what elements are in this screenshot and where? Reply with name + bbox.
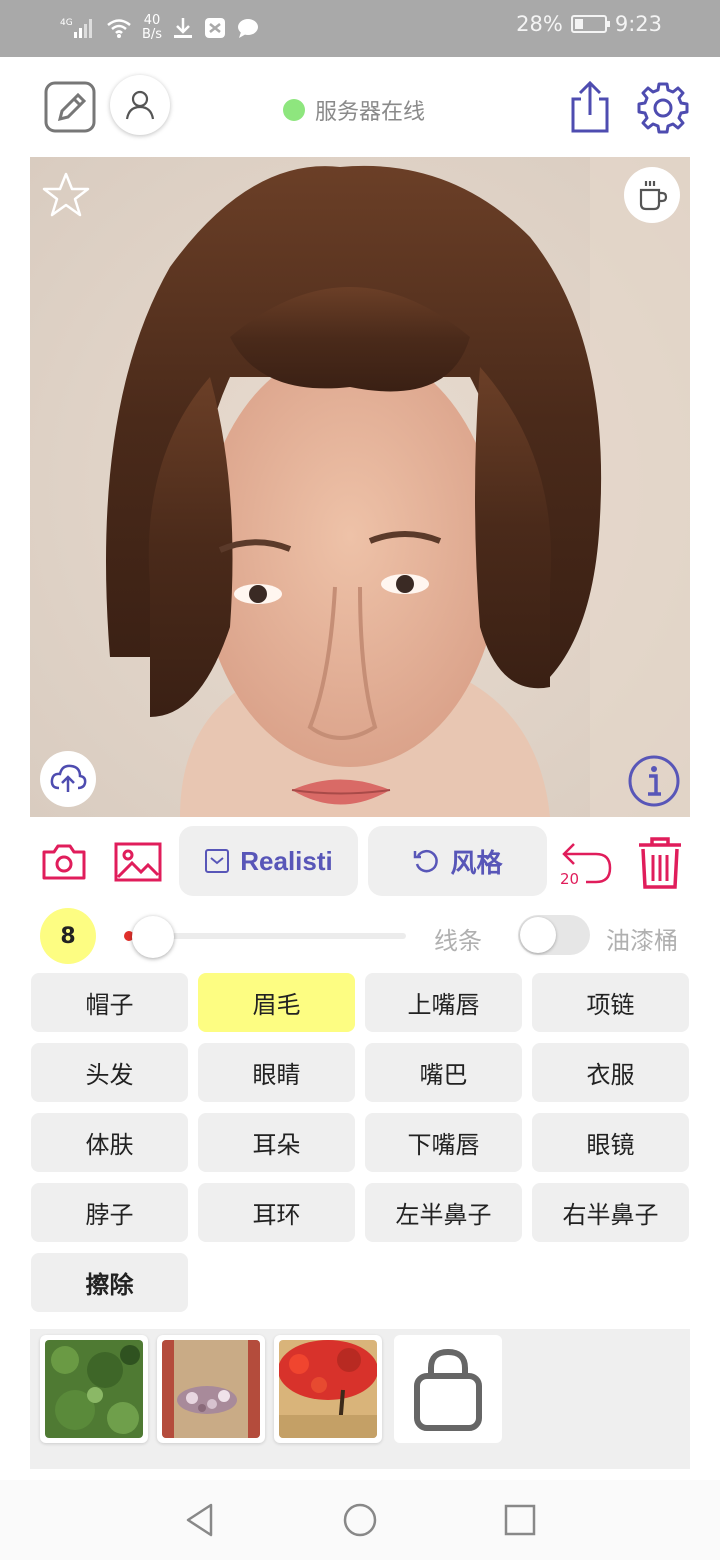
speed-unit: B/s bbox=[142, 27, 163, 42]
brush-size-thumb[interactable] bbox=[132, 916, 174, 958]
shopping-bag-icon bbox=[414, 1348, 482, 1431]
part-button[interactable]: 下嘴唇 bbox=[365, 1113, 522, 1172]
generated-image[interactable] bbox=[30, 157, 690, 817]
home-button[interactable] bbox=[340, 1500, 380, 1540]
star-icon bbox=[42, 172, 90, 217]
undo-count: 20 bbox=[560, 870, 579, 888]
undo-icon: 20 bbox=[560, 843, 612, 888]
profile-button[interactable] bbox=[110, 75, 170, 135]
info-icon bbox=[628, 755, 680, 807]
info-button[interactable] bbox=[626, 753, 682, 809]
download-icon bbox=[174, 18, 193, 38]
paint-bucket-label: 油漆桶 bbox=[606, 927, 678, 955]
share-button[interactable] bbox=[562, 77, 618, 137]
part-button[interactable]: 擦除 bbox=[31, 1253, 188, 1312]
back-triangle-icon bbox=[186, 1503, 213, 1537]
action-toolbar: Realisti 风格 20 bbox=[0, 826, 720, 898]
share-icon bbox=[571, 80, 609, 133]
favorite-button[interactable] bbox=[40, 169, 92, 221]
coffee-button[interactable] bbox=[624, 167, 680, 223]
part-button[interactable]: 体肤 bbox=[31, 1113, 188, 1172]
battery-percent: 28% bbox=[516, 12, 563, 36]
texture-thumbnail[interactable] bbox=[40, 1335, 148, 1443]
mode-label: Realisti bbox=[240, 845, 333, 876]
server-status: 服务器在线 bbox=[283, 94, 425, 126]
style-label: 风格 bbox=[450, 847, 503, 878]
undo-button[interactable]: 20 bbox=[558, 834, 614, 890]
pen-square-icon bbox=[44, 81, 96, 133]
settings-button[interactable] bbox=[634, 79, 692, 137]
part-button[interactable]: 脖子 bbox=[31, 1183, 188, 1242]
camera-button[interactable] bbox=[40, 838, 88, 886]
gear-icon bbox=[637, 82, 689, 134]
part-button[interactable]: 眼镜 bbox=[532, 1113, 689, 1172]
svg-text:4G: 4G bbox=[60, 18, 73, 28]
battery-fill bbox=[574, 19, 583, 29]
part-button[interactable]: 帽子 bbox=[31, 973, 188, 1032]
status-right: 28% 9:23 bbox=[516, 12, 662, 36]
paint-bucket-toggle[interactable] bbox=[518, 915, 590, 955]
status-left: 4G 40 B/s bbox=[60, 10, 260, 46]
texture-pebbles-image bbox=[162, 1340, 260, 1438]
message-icon bbox=[238, 19, 259, 38]
texture-strip bbox=[30, 1329, 690, 1469]
mode-select-button[interactable]: Realisti bbox=[179, 826, 358, 896]
chevron-box-icon bbox=[205, 849, 230, 873]
rotate-icon bbox=[414, 849, 439, 873]
server-status-label: 服务器在线 bbox=[315, 100, 426, 125]
battery-icon bbox=[570, 15, 610, 33]
style-button[interactable]: 风格 bbox=[368, 826, 547, 896]
top-bar: 服务器在线 bbox=[0, 57, 720, 157]
signal-icon: 4G bbox=[60, 18, 92, 38]
status-bar: 4G 40 B/s 28% 9:23 bbox=[0, 0, 720, 57]
capcut-icon bbox=[205, 18, 226, 38]
brush-size-badge: 8 bbox=[40, 908, 96, 964]
lines-label: 线条 bbox=[434, 927, 482, 955]
portrait-photo bbox=[30, 157, 690, 817]
part-button[interactable]: 左半鼻子 bbox=[365, 1183, 522, 1242]
part-button[interactable]: 项链 bbox=[532, 973, 689, 1032]
texture-red-tree-image bbox=[279, 1340, 377, 1438]
recents-square-icon bbox=[504, 1504, 536, 1536]
part-button[interactable]: 耳环 bbox=[198, 1183, 355, 1242]
home-circle-icon bbox=[343, 1503, 377, 1537]
part-button[interactable]: 嘴巴 bbox=[365, 1043, 522, 1102]
recents-button[interactable] bbox=[500, 1500, 540, 1540]
system-nav-bar bbox=[0, 1480, 720, 1560]
sketch-mode-button[interactable] bbox=[40, 77, 100, 137]
user-icon bbox=[125, 90, 155, 120]
store-button[interactable] bbox=[394, 1335, 502, 1443]
part-button[interactable]: 眉毛 bbox=[198, 973, 355, 1032]
part-button[interactable]: 头发 bbox=[31, 1043, 188, 1102]
brush-controls: 8 线条 油漆桶 bbox=[0, 905, 720, 965]
wifi-icon bbox=[107, 19, 131, 38]
part-button[interactable]: 衣服 bbox=[532, 1043, 689, 1102]
app-screen: 4G 40 B/s 28% 9:23 服务器在线 Realisti 风格 20 … bbox=[0, 0, 720, 1560]
clock: 9:23 bbox=[614, 12, 662, 36]
image-icon bbox=[114, 842, 162, 882]
speed-value: 40 bbox=[143, 13, 161, 28]
online-indicator bbox=[283, 99, 305, 121]
texture-foliage-image bbox=[45, 1340, 143, 1438]
trash-icon bbox=[639, 837, 681, 889]
network-speed: 40 B/s bbox=[142, 14, 162, 42]
back-button[interactable] bbox=[180, 1500, 220, 1540]
delete-button[interactable] bbox=[632, 834, 688, 892]
coffee-cup-icon bbox=[639, 181, 668, 211]
part-button[interactable]: 右半鼻子 bbox=[532, 1183, 689, 1242]
texture-thumbnail[interactable] bbox=[157, 1335, 265, 1443]
part-button[interactable]: 上嘴唇 bbox=[365, 973, 522, 1032]
texture-thumbnail[interactable] bbox=[274, 1335, 382, 1443]
toggle-knob bbox=[520, 917, 556, 953]
gallery-button[interactable] bbox=[112, 838, 164, 886]
part-button[interactable]: 耳朵 bbox=[198, 1113, 355, 1172]
camera-icon bbox=[42, 844, 86, 880]
part-button[interactable]: 眼睛 bbox=[198, 1043, 355, 1102]
cloud-upload-icon bbox=[50, 764, 87, 792]
upload-button[interactable] bbox=[40, 751, 96, 807]
